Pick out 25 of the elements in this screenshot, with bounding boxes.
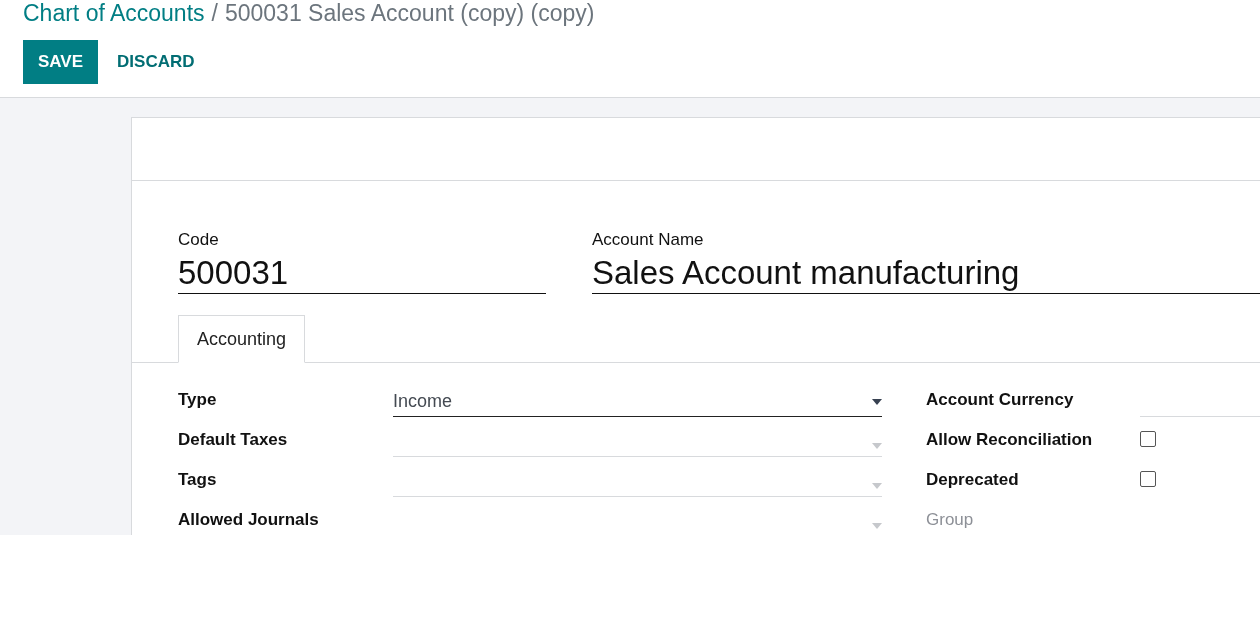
checkbox[interactable]: [1140, 431, 1156, 447]
code-field[interactable]: 500031: [178, 251, 546, 294]
breadcrumb-separator: /: [211, 0, 218, 27]
tab[interactable]: Accounting: [178, 315, 306, 363]
checkbox[interactable]: [1140, 471, 1156, 487]
save-button[interactable]: SAVE: [23, 40, 99, 84]
field-label: Deprecated: [926, 469, 1020, 491]
field-label: Code: [178, 229, 220, 251]
field-label: Default Taxes: [178, 429, 289, 451]
caret-icon: [872, 523, 882, 529]
field-label: Allowed Journals: [178, 509, 320, 531]
discard-button[interactable]: DISCARD: [98, 40, 214, 84]
breadcrumb-current: 500031 Sales Account (copy) (copy): [224, 0, 595, 27]
caret-icon: [872, 399, 882, 405]
field-label: Account Currency: [926, 389, 1075, 411]
account-name-field[interactable]: Sales Account manufacturing: [592, 251, 1260, 294]
caret-icon: [872, 483, 882, 489]
caret-icon: [872, 443, 882, 449]
breadcrumb-link[interactable]: Chart of Accounts: [23, 0, 205, 27]
field-label: Tags: [178, 469, 218, 491]
field-label: Allow Reconciliation: [926, 429, 1094, 451]
field-label: Account Name: [592, 229, 705, 251]
field-label: Group: [926, 509, 975, 531]
field-label: Type: [178, 389, 218, 411]
select-field[interactable]: Income: [393, 389, 882, 417]
